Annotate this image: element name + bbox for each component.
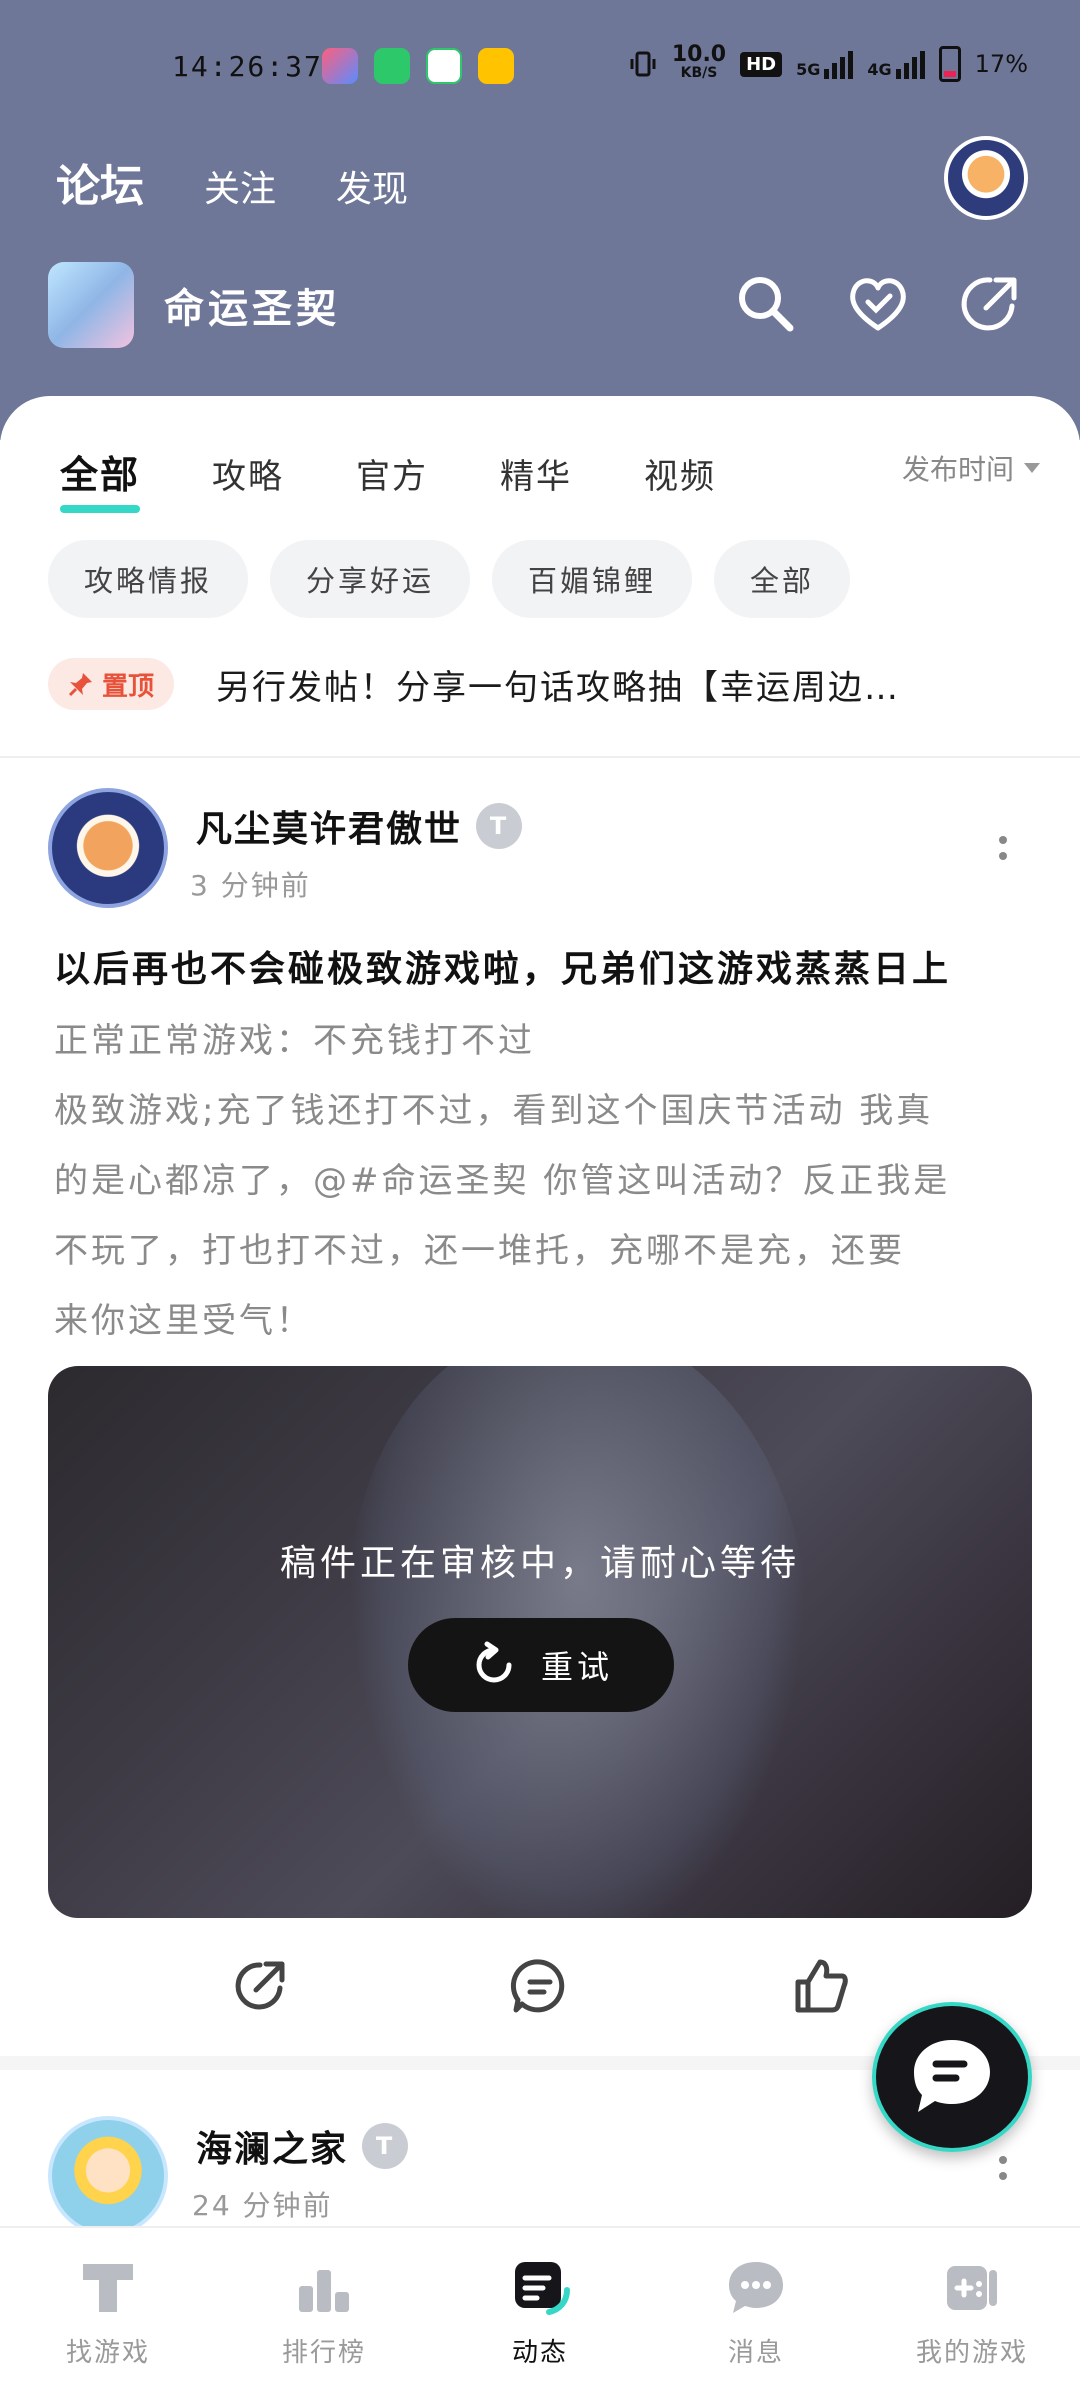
post-body-line: 来你这里受气！	[54, 1301, 313, 1341]
user-avatar[interactable]	[944, 136, 1028, 220]
subtab-all[interactable]: 全部	[60, 444, 141, 513]
nav-find-games[interactable]: 找游戏	[0, 2228, 216, 2400]
filter-chips: 攻略情报 分享好运 百媚锦鲤 全部	[48, 540, 851, 618]
post-title[interactable]: 以后再也不会碰极致游戏啦，兄弟们这游戏蒸蒸日上	[54, 940, 951, 992]
app-notification-icon	[322, 48, 358, 84]
search-icon[interactable]	[732, 270, 800, 338]
signal-icon	[895, 49, 925, 79]
hd-badge: HD	[740, 51, 783, 77]
battery-percent: 17%	[974, 50, 1028, 78]
battery-icon	[938, 46, 961, 82]
chip-all[interactable]: 全部	[714, 540, 851, 618]
game-icon	[48, 262, 134, 348]
chip-guide-info[interactable]: 攻略情报	[48, 540, 249, 618]
message-app-icon	[426, 48, 462, 84]
status-indicators: 10.0 KB/S HD 5G 4G 17%	[628, 42, 1028, 82]
more-options-icon[interactable]	[996, 2152, 1010, 2192]
pinned-badge: 置顶	[48, 658, 175, 710]
level-badge: T	[476, 803, 523, 849]
network-5g: 5G	[796, 49, 854, 79]
find-games-icon	[83, 2264, 133, 2312]
like-icon[interactable]	[790, 1956, 850, 2016]
leaderboard-icon	[299, 2270, 349, 2312]
gamepad-icon	[947, 2266, 997, 2310]
post-time: 24 分钟前	[192, 2189, 333, 2222]
nav-leaderboard[interactable]: 排行榜	[216, 2228, 432, 2400]
pin-icon	[68, 673, 92, 697]
content-panel: 全部 攻略 官方 精华 视频 发布时间 攻略情报 分享好运 百媚锦鲤 全部 置顶…	[0, 396, 1080, 2226]
meituan-app-icon	[478, 48, 514, 84]
tab-follow[interactable]: 关注	[204, 160, 276, 212]
post-actions	[0, 1956, 1080, 2016]
post-author-avatar[interactable]	[48, 788, 168, 908]
follow-heart-icon[interactable]	[844, 270, 912, 338]
feed-icon	[515, 2262, 570, 2315]
review-status-text: 稿件正在审核中，请耐心等待	[279, 1543, 800, 1584]
floating-post-button[interactable]	[872, 2002, 1032, 2152]
post-body-line: 极致游戏;充了钱还打不过，看到这个国庆节活动 我真	[54, 1091, 934, 1131]
sort-dropdown[interactable]: 发布时间	[902, 448, 1040, 488]
tab-discover[interactable]: 发现	[336, 160, 408, 212]
nav-feed[interactable]: 动态	[432, 2228, 648, 2400]
net-speed: 10.0 KB/S	[671, 42, 727, 82]
sort-label: 发布时间	[901, 453, 1014, 486]
divider	[0, 756, 1080, 758]
post-body-line: 的是心都凉了，@#命运圣契 你管这叫活动？反正我是	[54, 1161, 951, 1201]
pinned-title: 另行发帖！分享一句话攻略抽【幸运周边…	[216, 667, 901, 708]
nav-messages[interactable]: 消息	[648, 2228, 864, 2400]
chip-koi[interactable]: 百媚锦鲤	[492, 540, 693, 618]
caret-down-icon	[1024, 463, 1040, 473]
battery-app-icon	[374, 48, 410, 84]
messages-icon	[729, 2262, 783, 2313]
bottom-nav: 找游戏 排行榜 动态 消息 我的游戏	[0, 2226, 1080, 2400]
subtab-guide[interactable]: 攻略	[212, 449, 284, 498]
more-options-icon[interactable]	[996, 832, 1010, 872]
tab-forum[interactable]: 论坛	[52, 150, 148, 214]
game-name: 命运圣契	[164, 286, 340, 332]
post-body-line: 不玩了，打也打不过，还一堆托，充哪不是充，还要	[54, 1231, 905, 1271]
game-header[interactable]: 命运圣契	[48, 262, 340, 348]
refresh-icon	[476, 1641, 512, 1683]
status-time: 14:26:37	[172, 50, 323, 83]
retry-button[interactable]: 重试	[408, 1618, 674, 1712]
comment-icon[interactable]	[510, 1956, 570, 2016]
share-icon[interactable]	[956, 270, 1024, 338]
level-badge: T	[362, 2123, 409, 2169]
status-bar: 14:26:37 10.0 KB/S HD 5G 4G 17%	[0, 0, 1080, 140]
chat-compose-icon	[914, 2040, 990, 2112]
subtab-video[interactable]: 视频	[644, 449, 716, 498]
post-body-line: 正常正常游戏：不充钱打不过	[54, 1021, 535, 1061]
post-body[interactable]: 正常正常游戏：不充钱打不过 极致游戏;充了钱还打不过，看到这个国庆节活动 我真 …	[54, 1006, 1034, 1356]
share-icon[interactable]	[230, 1956, 290, 2016]
chip-share-luck[interactable]: 分享好运	[270, 540, 471, 618]
post-author[interactable]: 凡尘莫许君傲世 T	[196, 800, 523, 852]
post-author[interactable]: 海澜之家 T	[196, 2120, 409, 2172]
top-tabs: 论坛 关注 发现	[52, 150, 408, 214]
signal-icon	[824, 49, 854, 79]
post-author-avatar[interactable]	[48, 2116, 168, 2226]
pinned-post[interactable]: 置顶 另行发帖！分享一句话攻略抽【幸运周边…	[48, 658, 1048, 710]
post-media[interactable]: 稿件正在审核中，请耐心等待 重试	[48, 1366, 1032, 1918]
vibrate-icon	[630, 51, 656, 77]
post-time: 3 分钟前	[190, 869, 311, 902]
subtab-featured[interactable]: 精华	[500, 449, 572, 498]
header-actions	[732, 270, 1024, 338]
subtab-official[interactable]: 官方	[356, 449, 428, 498]
network-4g: 4G	[867, 49, 925, 79]
sub-tabs: 全部 攻略 官方 精华 视频	[60, 444, 716, 513]
nav-my-games[interactable]: 我的游戏	[864, 2228, 1080, 2400]
